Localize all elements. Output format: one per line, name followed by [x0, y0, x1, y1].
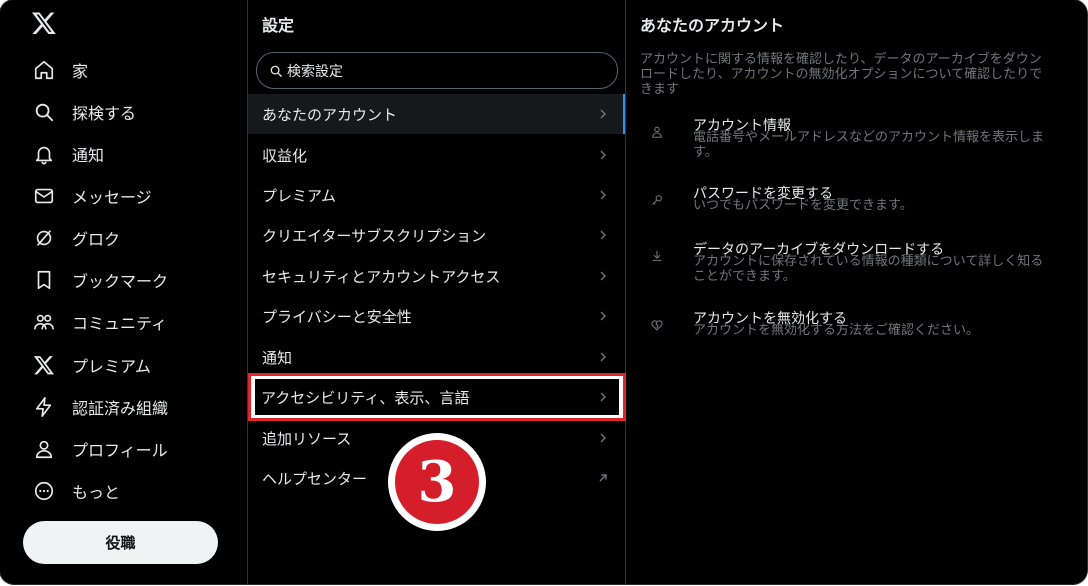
nav-item-grok[interactable]: グロク — [22, 217, 232, 259]
home-icon — [32, 58, 56, 82]
detail-description: アカウントに関する情報を確認したり、データのアーカイブをダウン ロードしたり、ア… — [640, 52, 1043, 97]
more-circle-icon — [32, 479, 56, 503]
settings-item-label: 収益化 — [262, 146, 308, 165]
settings-item-label: プライバシーと安全性 — [262, 307, 412, 326]
nav-item-home[interactable]: 家 — [22, 49, 232, 91]
detail-title: あなたのアカウント — [640, 16, 785, 35]
nav-item-communities[interactable]: コミュニティ — [22, 301, 232, 343]
chevron-right-icon — [597, 108, 609, 120]
grok-icon — [32, 226, 56, 250]
person-icon — [32, 437, 56, 461]
external-link-icon — [597, 472, 609, 484]
settings-item-accessibility[interactable]: アクセシビリティ、表示、言語 — [248, 373, 626, 421]
bell-icon — [32, 142, 56, 166]
detail-item-subtitle: アカウントを無効化する方法をご確認ください。 — [693, 323, 980, 338]
app-window: 家 探検する 通知 メッセージ グロク ブックマーク コミュニティ プレミアム — [0, 0, 1087, 584]
step-badge: 3 — [388, 433, 486, 531]
post-button[interactable]: 役職 — [23, 521, 218, 564]
person-outline-icon — [650, 125, 666, 141]
nav-item-label: 通知 — [72, 146, 105, 165]
settings-item-label: セキュリティとアカウントアクセス — [262, 267, 501, 286]
nav-item-messages[interactable]: メッセージ — [22, 175, 232, 217]
key-icon — [650, 193, 666, 209]
nav-item-label: プレミアム — [72, 357, 151, 376]
nav-item-label: 家 — [72, 62, 89, 81]
settings-item-your-account[interactable]: あなたのアカウント — [248, 94, 625, 134]
communities-icon — [32, 310, 56, 334]
chevron-right-icon — [597, 310, 609, 322]
lightning-icon — [32, 395, 56, 419]
settings-item-monetization[interactable]: 収益化 — [248, 135, 625, 175]
nav-item-premium[interactable]: プレミアム — [22, 344, 232, 386]
nav-item-label: プロフィール — [72, 441, 168, 460]
settings-item-privacy[interactable]: プライバシーと安全性 — [248, 296, 625, 336]
x-logo-icon — [32, 353, 56, 377]
x-logo-icon[interactable] — [31, 10, 57, 36]
nav-item-more[interactable]: もっと — [22, 470, 232, 512]
detail-item-subtitle: アカウントに保存されている情報の種類について詳しく知る ことができます。 — [693, 254, 1044, 284]
nav-item-label: メッセージ — [72, 188, 152, 207]
nav-item-verified-orgs[interactable]: 認証済み組織 — [22, 386, 232, 428]
detail-item-subtitle: 電話番号やメールアドレスなどのアカウント情報を表示しま す。 — [693, 130, 1045, 160]
settings-item-label: 通知 — [262, 348, 293, 367]
settings-item-premium[interactable]: プレミアム — [248, 175, 625, 215]
deactivate-account-item[interactable]: アカウントを無効化する アカウントを無効化する方法をご確認ください。 — [626, 308, 1087, 343]
download-archive-item[interactable]: データのアーカイブをダウンロードする アカウントに保存されている情報の種類につい… — [626, 239, 1087, 289]
account-info-item[interactable]: アカウント情報 電話番号やメールアドレスなどのアカウント情報を表示しま す。 — [626, 115, 1087, 160]
settings-item-label: あなたのアカウント — [262, 105, 398, 124]
nav-item-explore[interactable]: 探検する — [22, 91, 232, 133]
account-detail-panel: あなたのアカウント アカウントに関する情報を確認したり、データのアーカイブをダウ… — [626, 0, 1087, 584]
broken-heart-icon — [650, 318, 666, 334]
nav-item-label: ブックマーク — [72, 272, 169, 291]
nav-item-notifications[interactable]: 通知 — [22, 133, 232, 175]
chevron-right-icon — [597, 351, 609, 363]
step-number: 3 — [393, 438, 481, 526]
highlight-inner: アクセシビリティ、表示、言語 — [255, 379, 619, 415]
search-icon — [269, 64, 283, 78]
settings-item-label: ヘルプセンター — [262, 469, 368, 488]
active-indicator — [623, 94, 625, 134]
chevron-right-icon — [597, 149, 609, 161]
search-placeholder: 検索設定 — [287, 63, 343, 80]
settings-item-security[interactable]: セキュリティとアカウントアクセス — [248, 256, 625, 296]
settings-item-label: プレミアム — [262, 186, 336, 205]
chevron-right-icon — [597, 270, 609, 282]
nav-item-profile[interactable]: プロフィール — [22, 428, 232, 470]
settings-item-label: アクセシビリティ、表示、言語 — [261, 388, 470, 407]
nav-item-label: 探検する — [72, 104, 137, 123]
chevron-right-icon — [597, 432, 609, 444]
sidebar-nav: 家 探検する 通知 メッセージ グロク ブックマーク コミュニティ プレミアム — [0, 0, 248, 584]
download-icon — [650, 249, 666, 265]
chevron-right-icon — [597, 391, 609, 403]
chevron-right-icon — [597, 229, 609, 241]
bookmark-icon — [32, 268, 56, 292]
nav-item-label: グロク — [72, 230, 121, 249]
search-icon — [32, 100, 56, 124]
settings-item-label: クリエイターサブスクリプション — [262, 226, 487, 245]
nav-item-label: コミュニティ — [72, 314, 168, 333]
settings-title: 設定 — [262, 16, 295, 35]
nav-item-bookmarks[interactable]: ブックマーク — [22, 259, 232, 301]
settings-item-notifications[interactable]: 通知 — [248, 337, 625, 377]
nav-item-label: もっと — [72, 483, 121, 502]
nav-item-label: 認証済み組織 — [72, 399, 169, 418]
mail-icon — [32, 184, 56, 208]
settings-item-creator-subscriptions[interactable]: クリエイターサブスクリプション — [248, 215, 625, 255]
detail-item-subtitle: いつでもパスワードを変更できます。 — [693, 198, 913, 213]
settings-search-input[interactable]: 検索設定 — [256, 52, 618, 89]
settings-item-label: 追加リソース — [262, 429, 352, 448]
change-password-item[interactable]: パスワードを変更する いつでもパスワードを変更できます。 — [626, 183, 1087, 218]
chevron-right-icon — [597, 189, 609, 201]
